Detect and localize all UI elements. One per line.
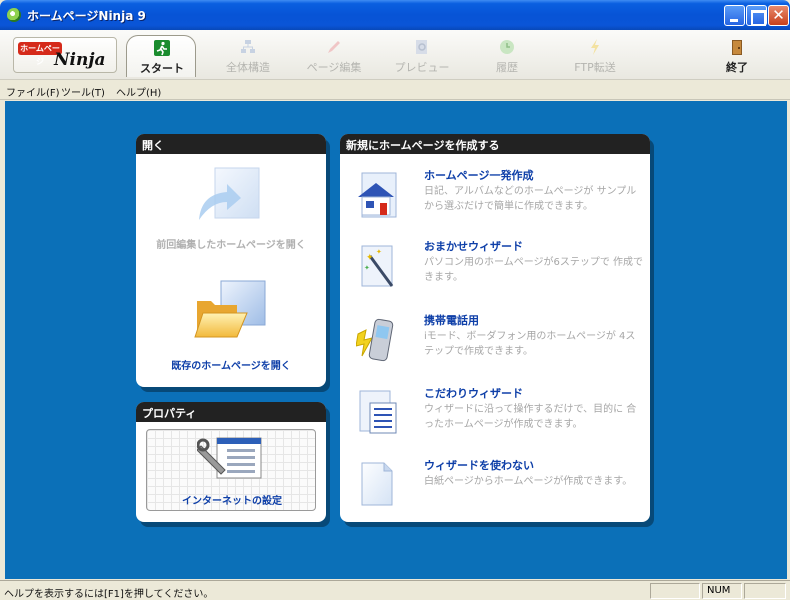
property-panel: プロパティ インターネットの設定 xyxy=(136,402,326,522)
close-icon: ✕ xyxy=(772,6,785,24)
status-cell-end xyxy=(744,583,786,599)
tab-history[interactable]: 履歴 xyxy=(472,35,542,77)
preview-icon xyxy=(416,40,427,54)
custom-wizard-item[interactable]: こだわりウィザード ウィザードに沿って操作するだけで、目的に 合ったホームページ… xyxy=(340,385,650,455)
open-folder-icon xyxy=(194,280,266,338)
internet-settings-label: インターネットの設定 xyxy=(182,496,282,507)
status-cell-blank xyxy=(650,583,700,599)
quick-create-title: ホームページ一発作成 xyxy=(424,169,534,182)
app-logo: ホームページ Ninja xyxy=(13,37,117,73)
close-button[interactable]: ✕ xyxy=(768,5,789,26)
svg-text:✦: ✦ xyxy=(364,264,370,272)
tab-ftp-transfer-label: FTP転送 xyxy=(574,61,616,74)
status-text: ヘルプを表示するには[F1]を押してください。 xyxy=(4,589,214,600)
mobile-phone-icon xyxy=(356,318,394,362)
tab-start-label: スタート xyxy=(140,62,184,75)
open-existing-item[interactable]: 既存のホームページを開く xyxy=(136,279,326,379)
no-wizard-desc: 白紙ページからホームページが作成できます。 xyxy=(424,476,633,487)
workspace: 開く 前回編集したホームページを開く 既存のホームページを開く プロパティ イン… xyxy=(5,101,787,579)
recent-document-icon xyxy=(199,167,260,220)
open-existing-label: 既存のホームページを開く xyxy=(171,361,291,372)
open-panel: 開く 前回編集したホームページを開く 既存のホームページを開く xyxy=(136,134,326,387)
menu-file[interactable]: ファイル(F) xyxy=(6,84,60,99)
exit-door-icon xyxy=(732,40,742,55)
structure-icon xyxy=(241,40,255,53)
custom-wizard-title: こだわりウィザード xyxy=(424,387,523,400)
num-lock-indicator: NUM xyxy=(702,583,742,599)
new-panel-title: 新規にホームページを作成する xyxy=(340,134,650,154)
exit-label: 終了 xyxy=(726,61,748,74)
blank-page-icon xyxy=(361,462,393,506)
page-layout-icon xyxy=(359,390,397,434)
tab-structure[interactable]: 全体構造 xyxy=(213,35,283,77)
auto-wizard-title: おまかせウィザード xyxy=(424,240,523,253)
window-title: ホームページNinja 9 xyxy=(27,9,146,23)
open-recent-label: 前回編集したホームページを開く xyxy=(156,240,306,251)
custom-wizard-desc: ウィザードに沿って操作するだけで、目的に 合ったホームページが作成できます。 xyxy=(424,404,637,430)
app-icon[interactable] xyxy=(7,8,21,22)
menu-tools[interactable]: ツール(T) xyxy=(61,84,105,99)
minimize-button[interactable] xyxy=(724,5,745,26)
tab-page-edit[interactable]: ページ編集 xyxy=(299,35,369,77)
tab-page-edit-label: ページ編集 xyxy=(306,61,362,74)
lightning-icon xyxy=(591,39,599,55)
tab-preview-label: プレビュー xyxy=(394,61,450,74)
menu-help[interactable]: ヘルプ(H) xyxy=(116,84,161,99)
logo-script: Ninja xyxy=(54,50,106,70)
no-wizard-item[interactable]: ウィザードを使わない 白紙ページからホームページが作成できます。 xyxy=(340,457,650,522)
tab-preview[interactable]: プレビュー xyxy=(387,35,457,77)
property-panel-title: プロパティ xyxy=(136,402,326,422)
title-bar: ホームページNinja 9 ✕ xyxy=(0,0,790,30)
magic-wand-icon: ✦ ✦ ✦ xyxy=(361,245,394,287)
auto-wizard-desc: パソコン用のホームページが6ステップで 作成できます。 xyxy=(424,257,644,283)
menu-bar: ファイル(F) ツール(T) ヘルプ(H) xyxy=(0,81,790,100)
open-panel-title: 開く xyxy=(136,134,326,154)
minimize-icon xyxy=(725,6,744,25)
svg-text:✦: ✦ xyxy=(376,248,382,256)
house-page-icon xyxy=(358,172,397,218)
exit-button[interactable]: 終了 xyxy=(702,35,772,77)
pencil-edit-icon xyxy=(328,41,340,53)
maximize-icon xyxy=(747,6,766,26)
no-wizard-title: ウィザードを使わない xyxy=(424,459,534,472)
mobile-site-item[interactable]: 携帯電話用 iモード、ボーダフォン用のホームページが 4ステップで作成できます。 xyxy=(340,312,650,382)
start-runner-icon xyxy=(154,40,170,56)
tab-structure-label: 全体構造 xyxy=(226,61,270,74)
internet-settings-button[interactable]: インターネットの設定 xyxy=(146,429,316,511)
tab-history-label: 履歴 xyxy=(496,61,518,74)
mobile-site-title: 携帯電話用 xyxy=(424,314,479,327)
status-bar: ヘルプを表示するには[F1]を押してください。 NUM xyxy=(0,580,790,600)
tab-ftp-transfer[interactable]: FTP転送 xyxy=(560,35,630,77)
history-icon xyxy=(500,40,514,54)
new-homepage-panel: 新規にホームページを作成する ホームページ一発作成 日記、アルバムなどのホームペ… xyxy=(340,134,650,522)
quick-create-desc: 日記、アルバムなどのホームページが サンプルから選ぶだけで簡単に作成できます。 xyxy=(424,186,637,212)
mobile-site-desc: iモード、ボーダフォン用のホームページが 4ステップで作成できます。 xyxy=(424,331,636,357)
tab-start[interactable]: スタート xyxy=(126,35,196,77)
quick-create-item[interactable]: ホームページ一発作成 日記、アルバムなどのホームページが サンプルから選ぶだけで… xyxy=(340,167,650,237)
settings-tools-icon xyxy=(197,437,262,479)
auto-wizard-item[interactable]: ✦ ✦ ✦ おまかせウィザード パソコン用のホームページが6ステップで 作成でき… xyxy=(340,238,650,308)
svg-text:✦: ✦ xyxy=(366,253,374,263)
open-recent-item[interactable]: 前回編集したホームページを開く xyxy=(136,164,326,264)
maximize-button[interactable] xyxy=(746,5,767,26)
